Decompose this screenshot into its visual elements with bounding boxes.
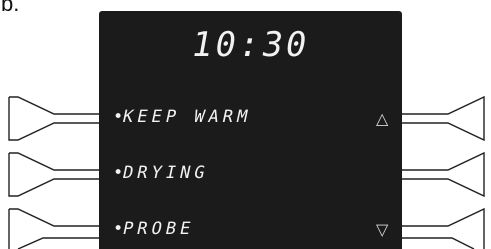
- menu-item-label: DRYING: [120, 163, 211, 183]
- menu-item-probe[interactable]: •PROBE: [113, 216, 353, 242]
- left-key-drying[interactable]: [8, 152, 99, 197]
- right-key-scroll-down[interactable]: [402, 207, 485, 249]
- left-key-keep-warm[interactable]: [8, 96, 99, 141]
- menu-item-keep-warm[interactable]: •KEEP WARM: [113, 104, 353, 130]
- control-panel-diagram: b. 10:30 •KEEP WARM •DRYING •PROBE △ ▽: [0, 0, 491, 249]
- scroll-down-icon: ▽: [376, 220, 389, 239]
- left-key-probe[interactable]: [8, 208, 99, 249]
- right-key-middle[interactable]: [402, 151, 485, 198]
- menu-item-label: KEEP WARM: [120, 107, 254, 127]
- menu-item-drying[interactable]: •DRYING: [113, 160, 353, 186]
- clock-display: 10:30: [188, 25, 313, 65]
- menu-item-label: PROBE: [120, 219, 197, 239]
- scroll-up-icon: △: [376, 109, 389, 128]
- right-key-scroll-up[interactable]: [402, 95, 485, 142]
- display-panel: 10:30 •KEEP WARM •DRYING •PROBE △ ▽: [99, 11, 402, 249]
